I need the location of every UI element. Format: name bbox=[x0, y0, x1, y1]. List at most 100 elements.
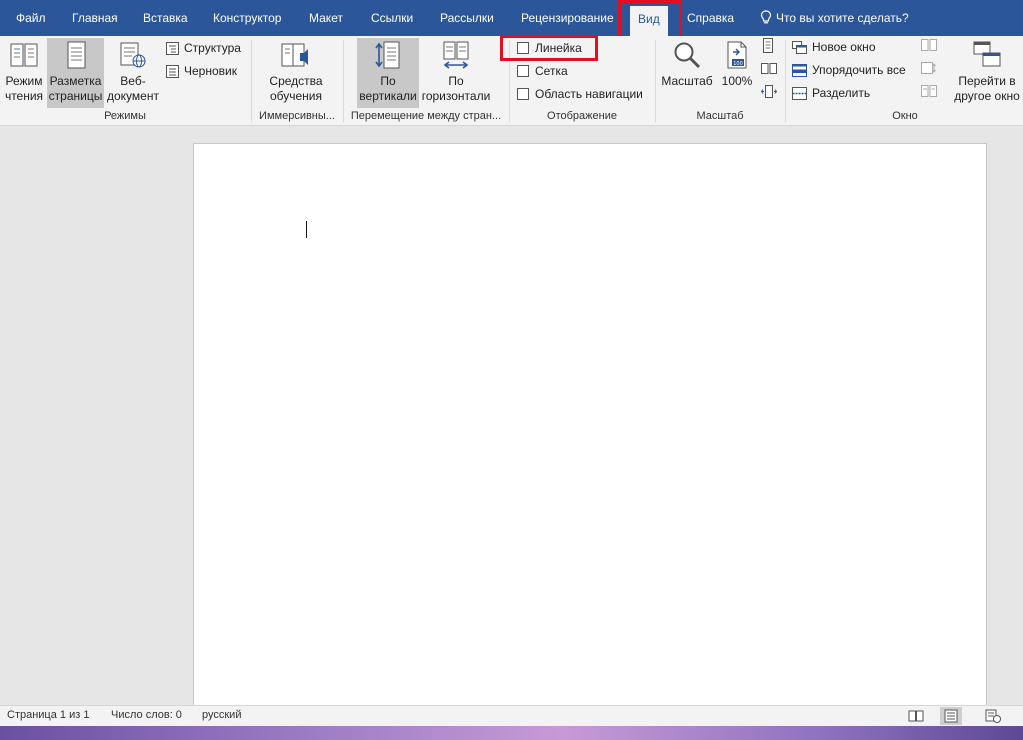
group-label-show: Отображение bbox=[547, 110, 617, 122]
synchronous-scrolling-icon bbox=[921, 62, 936, 74]
group-separator bbox=[251, 40, 252, 122]
gridlines-checkbox[interactable]: Сетка bbox=[517, 62, 568, 80]
navigation-pane-label: Область навигации bbox=[535, 87, 643, 101]
page-count[interactable]: Страница 1 из 1 bbox=[7, 709, 89, 721]
switch-windows-label-2: другое окно bbox=[954, 89, 1020, 103]
tab-insert[interactable]: Вставка bbox=[143, 0, 188, 36]
web-layout-label-1: Веб- bbox=[120, 74, 146, 88]
tab-view[interactable]: Вид bbox=[630, 6, 668, 36]
tab-layout[interactable]: Макет bbox=[309, 0, 343, 36]
tab-design[interactable]: Конструктор bbox=[213, 0, 281, 36]
split-icon bbox=[792, 87, 807, 100]
arrange-all-icon bbox=[792, 64, 807, 77]
read-mode-view-button[interactable] bbox=[905, 707, 927, 725]
outline-icon bbox=[166, 42, 179, 55]
ruler-checkbox[interactable]: Линейка bbox=[517, 39, 582, 57]
zoom-100-button[interactable]: 100 100% bbox=[718, 38, 756, 89]
desktop-wallpaper-strip bbox=[0, 726, 1023, 740]
one-page-button[interactable] bbox=[761, 38, 775, 56]
web-layout-icon bbox=[120, 42, 146, 68]
word-count[interactable]: Число слов: 0 bbox=[111, 709, 182, 721]
navigation-pane-checkbox-box[interactable] bbox=[517, 88, 529, 100]
read-mode-label-1: Режим bbox=[5, 74, 43, 88]
tab-mailings[interactable]: Рассылки bbox=[440, 0, 494, 36]
outline-label: Структура bbox=[184, 41, 241, 55]
document-page[interactable] bbox=[193, 143, 987, 713]
group-separator bbox=[509, 40, 510, 122]
text-cursor bbox=[306, 221, 307, 238]
multiple-pages-button[interactable] bbox=[761, 61, 777, 79]
learning-tools-icon bbox=[281, 43, 308, 67]
learning-tools-button[interactable]: Средства обучения bbox=[262, 38, 330, 104]
switch-windows-button[interactable]: Перейти в другое окно bbox=[951, 38, 1023, 104]
group-separator bbox=[655, 40, 656, 122]
side-label-2: горизонтали bbox=[421, 89, 491, 103]
side-label-1: По bbox=[448, 74, 464, 88]
document-area[interactable] bbox=[0, 127, 1023, 713]
view-side-by-side-icon bbox=[921, 39, 937, 51]
tab-review[interactable]: Рецензирование bbox=[521, 0, 614, 36]
zoom-100-badge: 100 bbox=[733, 61, 743, 67]
view-side-by-side-button[interactable] bbox=[921, 38, 937, 56]
print-layout-view-button[interactable] bbox=[940, 707, 962, 725]
zoom-label: Масштаб bbox=[661, 74, 713, 88]
group-label-window: Окно bbox=[892, 110, 918, 122]
tab-home[interactable]: Главная bbox=[72, 0, 118, 36]
arrange-all-label: Упорядочить все bbox=[812, 63, 906, 77]
gridlines-checkbox-box[interactable] bbox=[517, 65, 529, 77]
group-separator bbox=[343, 40, 344, 122]
navigation-pane-checkbox[interactable]: Область навигации bbox=[517, 85, 643, 103]
tab-file[interactable]: Файл bbox=[16, 0, 46, 36]
ribbon: Режим чтения Разметка страницы Веб- доку… bbox=[0, 36, 1023, 126]
tab-references[interactable]: Ссылки bbox=[371, 0, 413, 36]
ruler-label: Линейка bbox=[535, 41, 582, 55]
tell-me-text: Что вы хотите сделать? bbox=[776, 11, 909, 25]
read-mode-label-2: чтения bbox=[4, 89, 44, 103]
side-to-side-button[interactable]: По горизонтали bbox=[420, 38, 492, 104]
web-layout-view-button[interactable] bbox=[982, 707, 1004, 725]
read-mode-button[interactable]: Режим чтения bbox=[2, 38, 46, 104]
outline-button[interactable]: Структура bbox=[166, 39, 241, 57]
reset-window-position-icon bbox=[921, 85, 937, 97]
print-layout-label-2: страницы bbox=[48, 89, 103, 103]
page-width-icon bbox=[760, 85, 778, 98]
language-indicator[interactable]: русский bbox=[202, 709, 241, 721]
print-layout-label-1: Разметка bbox=[49, 74, 102, 88]
page-width-button[interactable] bbox=[760, 84, 778, 102]
new-window-button[interactable]: Новое окно bbox=[792, 38, 876, 56]
ribbon-tab-bar: Файл Главная Вставка Конструктор Макет С… bbox=[0, 0, 1023, 36]
print-layout-view-icon bbox=[944, 709, 958, 723]
web-layout-label-2: документ bbox=[107, 89, 159, 103]
status-bar: Страница 1 из 1 Число слов: 0 русский bbox=[0, 705, 1023, 726]
read-mode-icon bbox=[10, 43, 38, 67]
new-window-icon bbox=[792, 41, 807, 54]
vertical-label-2: вертикали bbox=[359, 89, 417, 103]
group-separator bbox=[785, 40, 786, 122]
web-layout-view-icon bbox=[985, 709, 1001, 723]
new-window-label: Новое окно bbox=[812, 40, 876, 54]
split-label: Разделить bbox=[812, 86, 871, 100]
learning-tools-label-1: Средства bbox=[269, 74, 323, 88]
tell-me-search[interactable]: Что вы хотите сделать? bbox=[760, 0, 909, 36]
zoom-button[interactable]: Масштаб bbox=[658, 38, 716, 89]
multiple-pages-icon bbox=[761, 63, 777, 74]
synchronous-scrolling-button[interactable] bbox=[921, 61, 937, 79]
print-layout-button[interactable]: Разметка страницы bbox=[47, 38, 104, 108]
ruler-checkbox-box[interactable] bbox=[517, 42, 529, 54]
read-mode-view-icon bbox=[908, 710, 924, 722]
tab-help[interactable]: Справка bbox=[687, 0, 734, 36]
web-layout-button[interactable]: Веб- документ bbox=[105, 38, 161, 104]
draft-icon bbox=[166, 65, 179, 78]
zoom-100-label: 100% bbox=[721, 74, 753, 88]
split-button[interactable]: Разделить bbox=[792, 84, 870, 102]
reset-window-position-button[interactable] bbox=[921, 84, 937, 102]
arrange-all-button[interactable]: Упорядочить все bbox=[792, 61, 906, 79]
gridlines-label: Сетка bbox=[535, 64, 568, 78]
group-label-zoom: Масштаб bbox=[696, 110, 744, 122]
group-label-page-movement: Перемещение между стран... bbox=[350, 110, 502, 122]
vertical-movement-button[interactable]: По вертикали bbox=[357, 38, 419, 108]
switch-windows-icon bbox=[973, 41, 1001, 67]
draft-button[interactable]: Черновик bbox=[166, 62, 237, 80]
group-label-views: Режимы bbox=[104, 110, 146, 122]
switch-windows-label-1: Перейти в bbox=[958, 74, 1016, 88]
